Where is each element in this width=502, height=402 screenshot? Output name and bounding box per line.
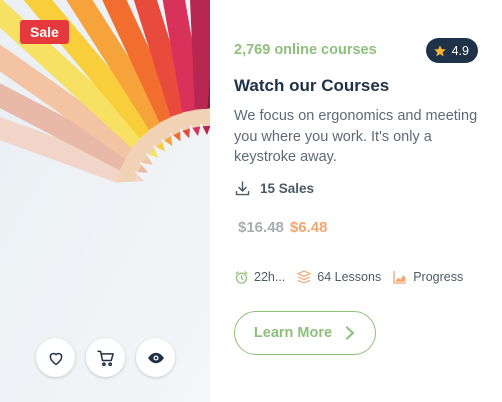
duration-label: 22h... xyxy=(254,270,286,284)
heart-icon xyxy=(49,352,62,365)
lessons-stat: 64 Lessons xyxy=(296,269,381,285)
level-label: Progress xyxy=(413,270,464,284)
course-meta: 2,769 online courses 4.9 xyxy=(234,38,478,64)
sale-badge: Sale xyxy=(20,20,69,44)
online-courses-count: 2,769 online courses xyxy=(234,42,377,58)
alarm-clock-icon xyxy=(235,270,248,284)
star-icon xyxy=(433,44,446,56)
lessons-label: 64 Lessons xyxy=(317,270,382,284)
learn-more-button[interactable]: Learn More xyxy=(234,311,376,355)
chart-icon xyxy=(393,271,407,284)
price: $16.48 $6.48 xyxy=(238,219,327,236)
course-card: Sale 2,769 online courses 4.9 Watch our … xyxy=(0,0,502,402)
rating-badge: 4.9 xyxy=(425,38,478,63)
layers-icon xyxy=(297,270,311,284)
sales-count: 15 Sales xyxy=(234,180,314,197)
level-stat: Progress xyxy=(392,269,463,285)
quick-view-button[interactable] xyxy=(136,338,175,377)
chevron-right-icon xyxy=(345,326,355,340)
course-title[interactable]: Watch our Courses xyxy=(234,76,389,96)
cart-icon xyxy=(96,350,114,366)
duration-stat: 22h... xyxy=(234,270,285,285)
course-stats: 22h... 64 Lessons Progress xyxy=(234,269,463,285)
course-description: We focus on ergonomics and meeting you w… xyxy=(234,108,478,165)
sale-price: $6.48 xyxy=(289,219,328,236)
course-thumbnail[interactable]: Sale xyxy=(0,0,210,402)
learn-more-label: Learn More xyxy=(253,325,333,341)
download-icon xyxy=(235,181,250,196)
media-actions xyxy=(36,338,175,377)
rating-value: 4.9 xyxy=(451,43,469,58)
wishlist-button[interactable] xyxy=(36,338,75,377)
eye-icon xyxy=(147,352,164,363)
original-price: $16.48 xyxy=(238,219,284,236)
sales-label: 15 Sales xyxy=(260,181,315,196)
add-to-cart-button[interactable] xyxy=(86,338,125,377)
course-info: 2,769 online courses 4.9 Watch our Cours… xyxy=(210,0,502,402)
